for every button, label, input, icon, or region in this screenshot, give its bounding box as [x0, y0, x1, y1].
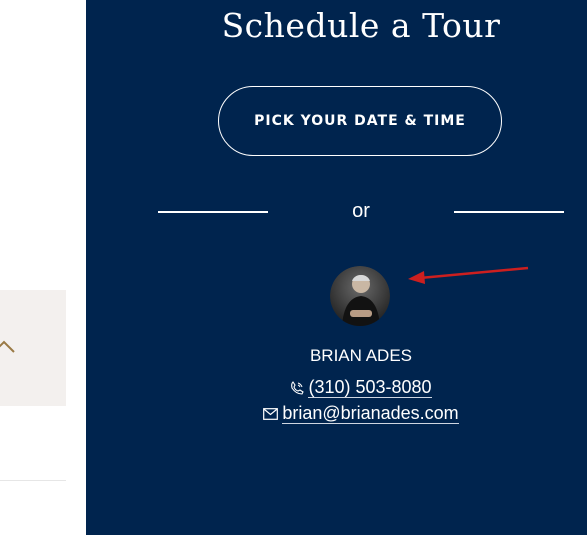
section-title: Schedule a Tour [221, 6, 501, 45]
separator-line-right [454, 211, 564, 213]
agent-avatar [330, 266, 390, 326]
divider [0, 480, 66, 481]
pick-date-time-button[interactable]: PICK YOUR DATE & TIME [218, 86, 502, 156]
agent-phone-link[interactable]: (310) 503-8080 [308, 377, 432, 398]
mail-icon [263, 408, 279, 421]
annotation-arrow [408, 266, 529, 284]
separator-text: or [352, 200, 370, 222]
agent-name: BRIAN ADES [309, 346, 413, 365]
schedule-tour-panel: Schedule a Tour PICK YOUR DATE & TIME or… [86, 0, 587, 535]
left-pane [0, 0, 86, 554]
agent-phone-row: (310) 503-8080 [86, 377, 587, 398]
separator-line-left [158, 211, 268, 213]
chevron-up-icon[interactable] [0, 338, 16, 354]
phone-icon [291, 381, 305, 395]
agent-email-link[interactable]: brian@brianades.com [282, 403, 459, 424]
agent-email-row: brian@brianades.com [86, 403, 587, 424]
